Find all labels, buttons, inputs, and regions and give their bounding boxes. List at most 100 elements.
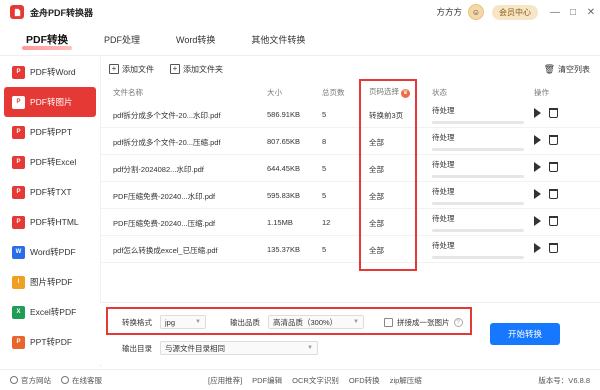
sidebar-item-label: PDF转TXT [30,187,72,197]
add-file-label: 添加文件 [122,64,154,74]
table-row[interactable]: pdf拆分成多个文件-20...水印.pdf 586.91KB 5 转换前3页 … [101,101,600,128]
maximize-button[interactable]: □ [564,0,582,24]
table-row[interactable]: PDF压缩免费-20240...水印.pdf 595.83KB 5 全部 待处理 [101,182,600,209]
add-folder-label: 添加文件夹 [183,64,223,74]
settings-panel: 转换格式 jpg ▼ 输出品质 高清品质（300%） ▼ 拼接成一张图片 ? 输出目… [100,302,600,364]
trash-icon[interactable] [549,243,558,253]
status-text: 待处理 [432,214,455,223]
online-service-link[interactable]: 在线客服 [61,375,102,386]
website-label: 官方网站 [21,375,51,385]
file-pages: 12 [322,218,331,227]
add-file-button[interactable]: + 添加文件 [109,64,154,75]
status-text: 待处理 [432,133,455,142]
close-button[interactable]: ✕ [582,0,600,24]
file-name: pdf怎么转换成excel_已压缩.pdf [113,246,218,255]
play-icon[interactable] [534,162,541,172]
file-size: 1.15MB [267,218,293,227]
sidebar-item-pdf-to-txt[interactable]: P PDF转TXT [0,177,96,207]
image-file-icon: I [12,275,25,289]
sidebar-item-pdf-to-image[interactable]: P PDF转图片 [4,87,96,117]
row-actions [534,243,558,253]
website-icon [10,376,18,384]
app-recommend-label: [应用推荐] [208,375,243,385]
table-row[interactable]: pdf拆分成多个文件-20...压缩.pdf 807.65KB 8 全部 待处理 [101,128,600,155]
start-convert-button[interactable]: 开始转换 [490,323,560,345]
avatar[interactable]: ☺ [468,4,484,20]
table-row[interactable]: PDF压缩免费-20240...压缩.pdf 1.15MB 12 全部 待处理 [101,209,600,236]
link-ocr[interactable]: OCR文字识别 [292,375,339,386]
sidebar-item-word-to-pdf[interactable]: W Word转PDF [0,237,96,267]
output-dir-select[interactable]: 与源文件目录相同 ▼ [160,341,318,355]
play-icon[interactable] [534,108,541,118]
pdf-file-icon: P [12,65,25,79]
link-zip[interactable]: zip解压缩 [390,375,422,386]
play-icon[interactable] [534,189,541,199]
tab-word-convert[interactable]: Word转换 [158,23,233,55]
vip-center-label: 会员中心 [499,7,531,17]
chevron-down-icon: ▼ [307,345,313,351]
progress-bar [432,202,524,205]
file-name: PDF压缩免费-20240...压缩.pdf [113,219,216,228]
pdf-file-icon: P [12,185,25,199]
sidebar-item-label: PDF转HTML [30,217,79,227]
output-row: 输出目录 与源文件目录相同 ▼ [122,341,318,355]
link-pdf-edit[interactable]: PDF编辑 [252,375,282,386]
table-row[interactable]: pdf分割-2024082...水印.pdf 644.45KB 5 全部 待处理 [101,155,600,182]
row-actions [534,162,558,172]
pdf-file-icon: P [12,95,25,109]
sidebar-item-label: PPT转PDF [30,337,73,347]
col-header-size: 大小 [267,87,282,97]
status-text: 待处理 [432,187,455,196]
sidebar-item-image-to-pdf[interactable]: I 图片转PDF [0,267,96,297]
toolbar: + 添加文件 + 添加文件夹 🗑 清空列表 [101,57,600,81]
highlight-box-page-range [359,79,417,271]
trash-icon[interactable] [549,216,558,226]
file-name: PDF压缩免费-20240...水印.pdf [113,192,216,201]
tab-other-convert[interactable]: 其他文件转换 [233,23,323,55]
app-logo-icon [10,5,24,19]
status-cell: 待处理 [432,132,524,151]
ppt-file-icon: P [12,335,25,349]
play-icon[interactable] [534,135,541,145]
output-value: 与源文件目录相同 [165,343,225,353]
sidebar-item-pdf-to-ppt[interactable]: P PDF转PPT [0,117,96,147]
play-icon[interactable] [534,243,541,253]
output-label: 输出目录 [122,343,152,353]
pdf-file-icon: P [12,155,25,169]
file-name: pdf拆分成多个文件-20...压缩.pdf [113,138,221,147]
clear-list-button[interactable]: 🗑 清空列表 [544,64,590,75]
link-ofd[interactable]: OFD转换 [349,375,380,386]
status-bar: 官方网站 在线客服 [应用推荐] PDF编辑 OCR文字识别 OFD转换 zip… [0,369,600,390]
word-file-icon: W [12,245,25,259]
sidebar-item-pdf-to-word[interactable]: P PDF转Word [0,57,96,87]
trash-icon[interactable] [549,135,558,145]
progress-bar [432,148,524,151]
sidebar-item-excel-to-pdf[interactable]: X Excel转PDF [0,297,96,327]
clear-list-label: 清空列表 [558,64,590,74]
table-header: 文件名称 大小 总页数 页码选择 ♛ 状态 操作 [101,85,600,99]
sidebar-item-ppt-to-pdf[interactable]: P PPT转PDF [0,327,96,357]
add-folder-button[interactable]: + 添加文件夹 [170,64,223,75]
table-row[interactable]: pdf怎么转换成excel_已压缩.pdf 135.37KB 5 全部 待处理 [101,236,600,263]
sidebar-item-label: 图片转PDF [30,277,73,287]
username[interactable]: 方方方 [436,6,462,18]
sidebar-item-label: Excel转PDF [30,307,77,317]
sidebar-item-pdf-to-excel[interactable]: P PDF转Excel [0,147,96,177]
sidebar-item-pdf-to-html[interactable]: P PDF转HTML [0,207,96,237]
trash-icon[interactable] [549,189,558,199]
official-website-link[interactable]: 官方网站 [10,375,51,386]
tab-pdf-convert[interactable]: PDF转换 [0,23,86,55]
minimize-button[interactable]: — [546,0,564,24]
vip-center-button[interactable]: 会员中心 [492,4,538,20]
status-cell: 待处理 [432,213,524,232]
play-icon[interactable] [534,216,541,226]
status-text: 待处理 [432,160,455,169]
trash-icon[interactable] [549,162,558,172]
status-text: 待处理 [432,106,455,115]
tab-pdf-process[interactable]: PDF处理 [86,23,158,55]
trash-icon[interactable] [549,108,558,118]
sidebar-item-label: PDF转PPT [30,127,73,137]
progress-bar [432,229,524,232]
sidebar-item-label: PDF转图片 [30,97,73,107]
version-label: 版本号：V6.8.8 [538,375,590,385]
